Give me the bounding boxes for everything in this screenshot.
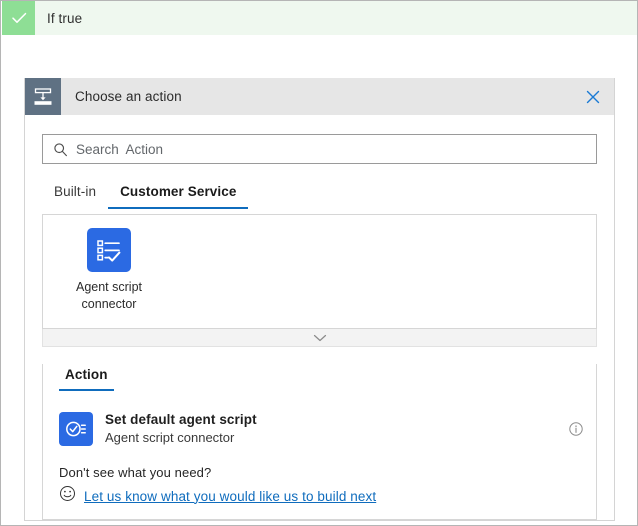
if-true-branch-label: If true	[35, 1, 82, 35]
search-icon	[43, 142, 76, 157]
panel-header: Choose an action	[25, 78, 614, 115]
choose-an-action-panel: Choose an action Built-in Customer Servi…	[24, 78, 615, 521]
tab-customer-service[interactable]: Customer Service	[108, 184, 248, 209]
gallery-expander[interactable]	[42, 329, 597, 347]
chevron-down-icon	[313, 329, 327, 347]
connector-tile-agent-script-connector[interactable]: Agent script connector	[63, 228, 155, 313]
action-item-subtitle: Agent script connector	[105, 429, 257, 447]
connector-label: Agent script connector	[63, 279, 155, 313]
result-tabs: Action	[59, 364, 596, 391]
flow-designer-canvas: If true Choose an action	[0, 0, 638, 526]
checkmark-icon	[2, 1, 35, 35]
action-results-section: Action Set default agent scrip	[42, 364, 597, 520]
feedback-block: Don't see what you need? Let us know wha…	[59, 465, 596, 507]
tab-action[interactable]: Action	[59, 367, 114, 391]
smiley-icon	[59, 485, 76, 507]
action-list: Set default agent script Agent script co…	[43, 405, 596, 453]
close-icon[interactable]	[572, 78, 614, 115]
check-circle-list-icon	[59, 412, 93, 446]
action-item-title: Set default agent script	[105, 411, 257, 428]
tab-built-in[interactable]: Built-in	[42, 184, 108, 209]
category-tabs: Built-in Customer Service	[42, 180, 597, 209]
checklist-icon	[87, 228, 131, 272]
connector-gallery: Agent script connector	[42, 214, 597, 329]
action-item-set-default-agent-script[interactable]: Set default agent script Agent script co…	[43, 405, 596, 453]
if-true-branch-banner[interactable]: If true	[2, 1, 638, 35]
panel-title: Choose an action	[61, 78, 182, 115]
feedback-link[interactable]: Let us know what you would like us to bu…	[84, 489, 376, 504]
search-input[interactable]	[76, 136, 596, 162]
feedback-link-row[interactable]: Let us know what you would like us to bu…	[59, 485, 596, 507]
search-box[interactable]	[42, 134, 597, 164]
info-icon[interactable]	[568, 421, 584, 437]
feedback-question: Don't see what you need?	[59, 465, 596, 480]
insert-step-icon	[25, 78, 61, 115]
action-item-text: Set default agent script Agent script co…	[105, 411, 257, 447]
